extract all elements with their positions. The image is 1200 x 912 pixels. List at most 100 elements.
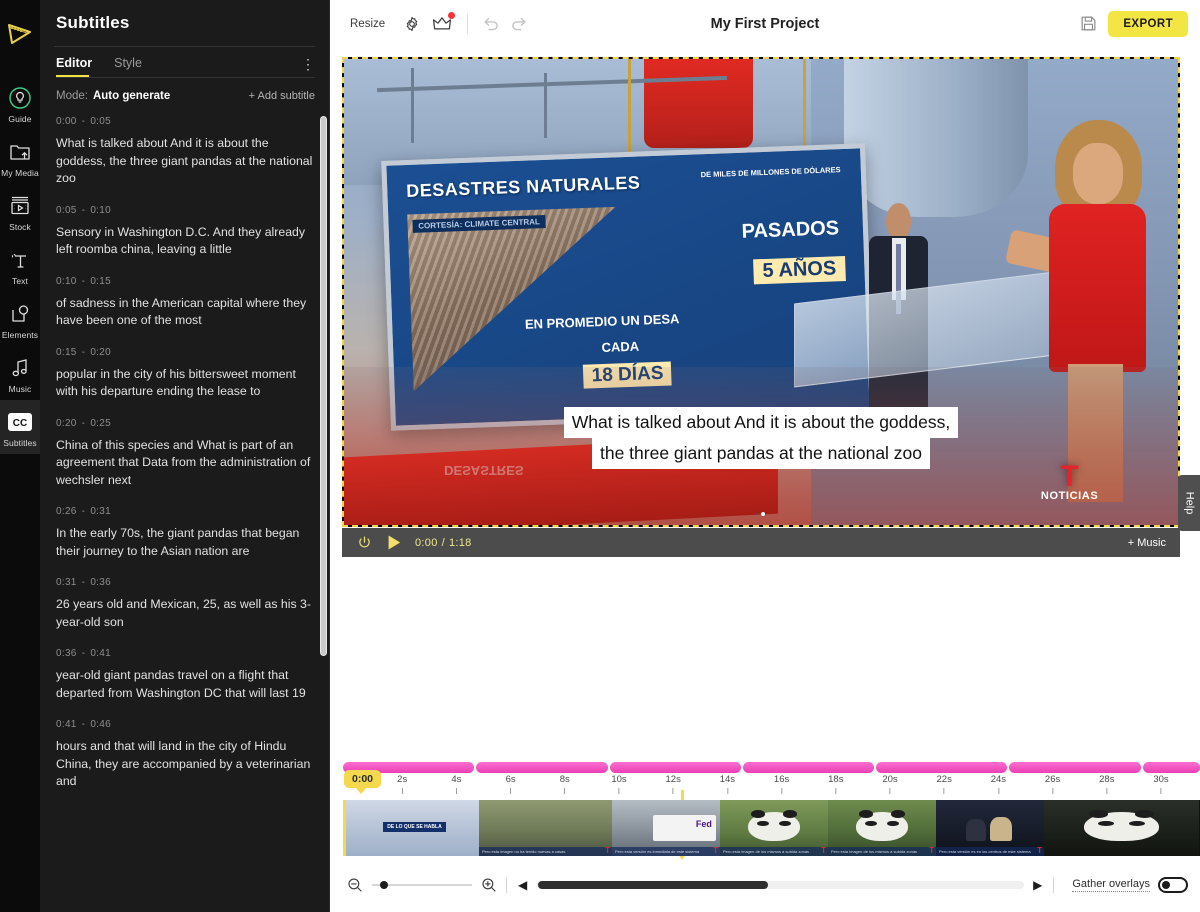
overlay-segment[interactable]: [609, 762, 741, 773]
timeline-clip[interactable]: [1044, 800, 1199, 856]
overlay-segments-row[interactable]: [343, 762, 1200, 773]
tab-editor[interactable]: Editor: [56, 56, 92, 77]
undo-icon[interactable]: [478, 11, 504, 37]
overlay-segment[interactable]: [1009, 762, 1141, 773]
svg-text:CC: CC: [13, 418, 27, 429]
help-tab[interactable]: Help: [1178, 475, 1200, 531]
video-clip-track[interactable]: DE LO QUE SE HABLA Pero esta imagen no ha…: [343, 800, 1200, 856]
subtitle-text[interactable]: China of this species and What is part o…: [56, 437, 315, 490]
timeline-zoom-slider[interactable]: [372, 881, 472, 889]
subtitle-list-item[interactable]: 0:15-0:20 popular in the city of his bitt…: [56, 343, 315, 414]
save-disk-icon[interactable]: [1079, 14, 1098, 33]
toolbar-right: EXPORT: [1079, 10, 1188, 37]
subtitle-list-item[interactable]: 0:31-0:36 26 years old and Mexican, 25, a…: [56, 573, 315, 644]
timeline-tick-label: 22s: [936, 774, 952, 785]
subtitle-list-item[interactable]: 0:00-0:05 What is talked about And it is …: [56, 112, 315, 201]
board-promedio: EN PROMEDIO UN DESA: [524, 311, 680, 333]
timeline-tick-mark: [781, 788, 783, 794]
overlay-segment[interactable]: [476, 762, 608, 773]
timeline-tick: 22s: [937, 774, 952, 794]
crown-icon[interactable]: [429, 11, 456, 37]
sidebar-item-music[interactable]: Music: [0, 346, 40, 400]
add-subtitle-button[interactable]: + Add subtitle: [249, 90, 315, 102]
mode-row: Mode: Auto generate + Add subtitle: [40, 78, 329, 112]
timeline-clip[interactable]: Fed Pero esta versión es inmediata de est…: [612, 800, 720, 856]
subtitle-text[interactable]: year-old giant pandas travel on a flight…: [56, 667, 315, 702]
chevron-right-icon[interactable]: ▶: [1030, 878, 1045, 892]
subtitle-text[interactable]: What is talked about And it is about the…: [56, 135, 315, 188]
app-logo[interactable]: [0, 6, 40, 62]
gather-overlays-toggle[interactable]: [1158, 877, 1188, 893]
subtitle-list-item[interactable]: 0:10-0:15 of sadness in the American capi…: [56, 272, 315, 343]
overlay-segment[interactable]: [876, 762, 1008, 773]
timeline-tick: 18s: [828, 774, 843, 794]
subtitle-end: 0:31: [90, 506, 111, 517]
sidebar-item-subtitles[interactable]: CC Subtitles: [0, 400, 40, 454]
subtitle-list-item[interactable]: 0:26-0:31 In the early 70s, the giant pan…: [56, 502, 315, 573]
subtitle-end: 0:46: [90, 719, 111, 730]
timeline-clip[interactable]: Pero esta imagen de los mismos a subida …: [720, 800, 828, 856]
tab-style[interactable]: Style: [114, 56, 142, 77]
clip-thumb-shape: [748, 809, 800, 842]
video-preview-frame[interactable]: DESASTRES NATURALES DE MILES DE MILLONES…: [342, 57, 1180, 527]
resize-button[interactable]: Resize: [350, 18, 385, 30]
more-vertical-icon[interactable]: ⋮: [301, 57, 315, 75]
export-button[interactable]: EXPORT: [1108, 10, 1188, 37]
gear-icon[interactable]: [399, 11, 425, 37]
sidebar-item-text[interactable]: Text: [0, 238, 40, 292]
scrollbar-thumb[interactable]: [538, 881, 768, 889]
overlay-segment[interactable]: [742, 762, 874, 773]
timeline-tick-mark: [672, 788, 674, 794]
top-toolbar: Resize My First Project EXPORT: [330, 0, 1200, 47]
playhead-time-chip[interactable]: 0:00: [344, 770, 382, 794]
sidebar-item-my-media[interactable]: My Media: [0, 130, 40, 184]
subtitle-text[interactable]: 26 years old and Mexican, 25, as well as…: [56, 596, 315, 631]
subtitle-list-item[interactable]: 0:41-0:46 hours and that will land in the…: [56, 715, 315, 804]
gather-overlays-label[interactable]: Gather overlays: [1072, 878, 1150, 892]
mode-value[interactable]: Auto generate: [93, 90, 170, 102]
timeline-tick-mark: [943, 788, 945, 794]
sidebar-item-guide[interactable]: Guide: [0, 76, 40, 130]
subtitle-text[interactable]: Sensory in Washington D.C. And they alre…: [56, 224, 315, 259]
chevron-left-icon[interactable]: ◀: [515, 878, 530, 892]
stock-video-icon: [7, 193, 33, 219]
timeline-tick: 30s: [1153, 774, 1169, 794]
subtitle-list-item[interactable]: 0:20-0:25 China of this species and What …: [56, 414, 315, 503]
timeline-clip[interactable]: DE LO QUE SE HABLA: [346, 800, 479, 856]
timeline-horizontal-scrollbar[interactable]: [536, 881, 1025, 889]
add-music-button[interactable]: + Music: [1128, 537, 1166, 549]
timeline-clip[interactable]: Pero esta versión es en los centros de e…: [936, 800, 1044, 856]
subtitle-start: 0:41: [56, 719, 77, 730]
zoom-out-icon[interactable]: [346, 876, 364, 894]
subtitle-end: 0:10: [90, 204, 111, 216]
subtitle-text[interactable]: popular in the city of his bittersweet m…: [56, 366, 315, 401]
timeline-clip[interactable]: Pero esta imagen de los mismos a subida …: [828, 800, 936, 856]
subtitle-text[interactable]: hours and that will land in the city of …: [56, 738, 315, 791]
timeline-clip[interactable]: Pero esta imagen no ha tenido nuevas a c…: [479, 800, 612, 856]
timeline-tick-mark: [835, 788, 837, 794]
clip-channel-mark: T: [1037, 846, 1042, 855]
loop-icon[interactable]: [356, 534, 373, 551]
toggle-knob: [1162, 881, 1170, 889]
play-icon[interactable]: [386, 534, 402, 551]
subtitle-text[interactable]: of sadness in the American capital where…: [56, 295, 315, 330]
zoom-in-icon[interactable]: [480, 876, 498, 894]
music-note-icon: [7, 355, 33, 381]
zoom-slider-knob[interactable]: [380, 881, 388, 889]
subtitle-list-item[interactable]: 0:36-0:41 year-old giant pandas travel on…: [56, 644, 315, 715]
redo-icon[interactable]: [506, 11, 532, 37]
clip-thumb-shape: [1084, 809, 1159, 842]
upgrade-badge-dot: [448, 11, 456, 19]
subtitle-list-scrollbar[interactable]: [320, 116, 327, 656]
sidebar-item-elements[interactable]: Elements: [0, 292, 40, 346]
timeline-tick: 16s: [774, 774, 789, 794]
timeline-tick: 6s: [506, 774, 516, 794]
total-time: 1:18: [448, 536, 472, 549]
sidebar-item-label: Guide: [8, 114, 32, 124]
sidebar-item-stock[interactable]: Stock: [0, 184, 40, 238]
subtitle-text[interactable]: In the early 70s, the giant pandas that …: [56, 525, 315, 560]
timeline-tick-label: 2s: [397, 774, 408, 785]
subtitle-list-item[interactable]: 0:05-0:10 Sensory in Washington D.C. And …: [56, 201, 315, 272]
overlay-segment[interactable]: [1142, 762, 1200, 773]
timeline-tick-mark: [889, 788, 891, 794]
